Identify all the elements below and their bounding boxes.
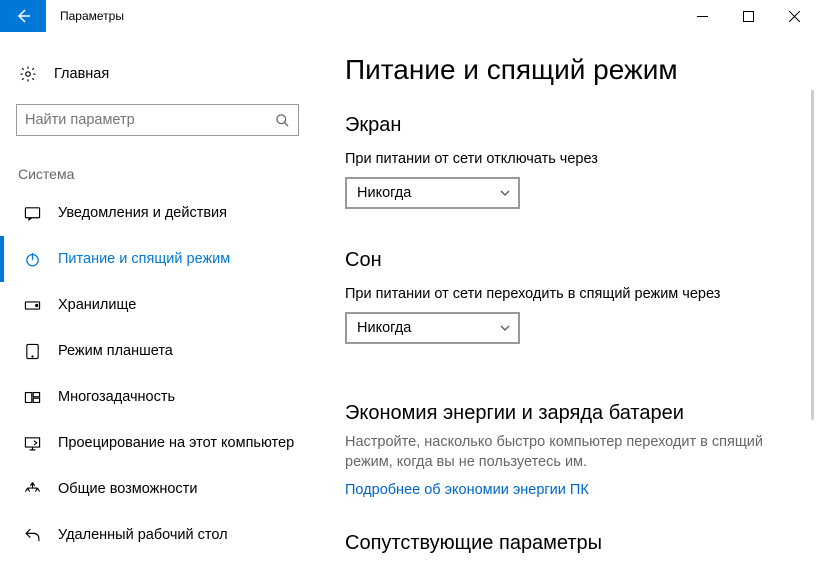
sidebar-item-power[interactable]: Питание и спящий режим (0, 236, 315, 282)
sidebar-item-label: Проецирование на этот компьютер (58, 435, 294, 451)
search-icon (274, 113, 290, 128)
window-title: Параметры (46, 0, 124, 32)
sleep-label: При питании от сети переходить в спящий … (345, 286, 793, 302)
remote-icon (22, 527, 42, 544)
minimize-icon (697, 11, 708, 22)
related-heading: Сопутствующие параметры (345, 532, 793, 555)
battery-learn-more-link[interactable]: Подробнее об экономии энергии ПК (345, 482, 793, 498)
share-icon (22, 481, 42, 498)
maximize-button[interactable] (725, 0, 771, 32)
sidebar-item-remote[interactable]: Удаленный рабочий стол (0, 512, 315, 558)
sidebar-item-label: Многозадачность (58, 389, 175, 405)
battery-heading: Экономия энергии и заряда батареи (345, 402, 793, 425)
sleep-heading: Сон (345, 249, 793, 272)
sidebar-home-label: Главная (54, 66, 109, 82)
screen-off-label: При питании от сети отключать через (345, 151, 793, 167)
sidebar-item-notifications[interactable]: Уведомления и действия (0, 190, 315, 236)
sidebar-item-multitasking[interactable]: Многозадачность (0, 374, 315, 420)
sidebar-group-title: Система (0, 154, 315, 190)
close-button[interactable] (771, 0, 817, 32)
gear-icon (18, 65, 38, 83)
sidebar-item-label: Хранилище (58, 297, 136, 313)
search-input[interactable] (25, 112, 274, 128)
arrow-left-icon (14, 7, 32, 25)
message-icon (22, 205, 42, 222)
tablet-icon (22, 343, 42, 360)
sidebar-item-storage[interactable]: Хранилище (0, 282, 315, 328)
sidebar-item-label: Режим планшета (58, 343, 173, 359)
sidebar-item-label: Общие возможности (58, 481, 197, 497)
title-bar: Параметры (0, 0, 817, 32)
sidebar-item-shared[interactable]: Общие возможности (0, 466, 315, 512)
battery-text: Настройте, насколько быстро компьютер пе… (345, 433, 775, 472)
page-title: Питание и спящий режим (345, 54, 793, 86)
maximize-icon (743, 11, 754, 22)
main-content: Питание и спящий режим Экран При питании… (315, 32, 817, 579)
multitask-icon (22, 389, 42, 406)
sidebar-item-label: Питание и спящий режим (58, 251, 230, 267)
chevron-down-icon (498, 187, 512, 199)
storage-icon (22, 297, 42, 314)
chevron-down-icon (498, 322, 512, 334)
dropdown-value: Никогда (357, 185, 498, 201)
minimize-button[interactable] (679, 0, 725, 32)
screen-off-dropdown[interactable]: Никогда (345, 177, 520, 209)
project-icon (22, 435, 42, 452)
back-button[interactable] (0, 0, 46, 32)
power-icon (22, 251, 42, 268)
sidebar-item-tablet[interactable]: Режим планшета (0, 328, 315, 374)
screen-heading: Экран (345, 114, 793, 137)
sidebar-item-label: Удаленный рабочий стол (58, 527, 228, 543)
search-box[interactable] (16, 104, 299, 136)
close-icon (789, 11, 800, 22)
sidebar-item-label: Уведомления и действия (58, 205, 227, 221)
sidebar-home[interactable]: Главная (0, 56, 315, 92)
sleep-dropdown[interactable]: Никогда (345, 312, 520, 344)
sidebar: Главная Система Уведомления и действия П… (0, 32, 315, 579)
sidebar-item-projecting[interactable]: Проецирование на этот компьютер (0, 420, 315, 466)
dropdown-value: Никогда (357, 320, 498, 336)
scrollbar[interactable] (811, 90, 814, 420)
